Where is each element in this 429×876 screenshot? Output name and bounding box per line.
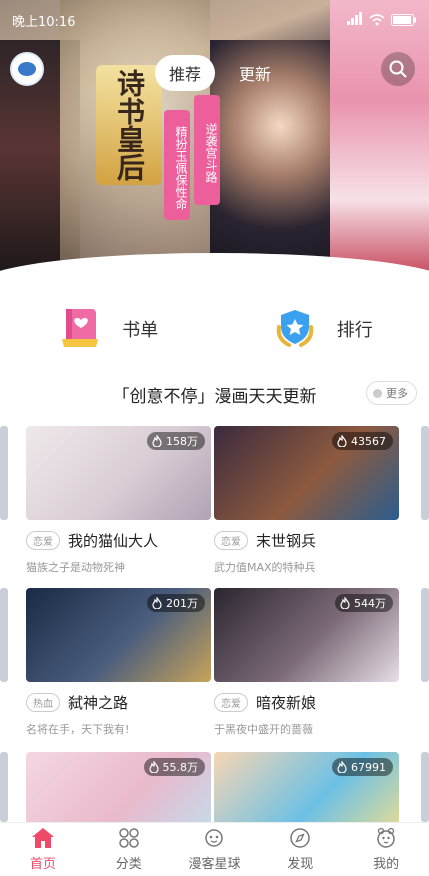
comic-description: 于黑夜中盛开的蔷薇	[214, 723, 313, 736]
status-time: 晚上10:16	[12, 14, 76, 30]
nav-label: 首页	[29, 857, 56, 872]
genre-badge: 热血	[26, 693, 60, 712]
nav-label: 我的	[373, 857, 400, 872]
next-card-peek	[421, 752, 429, 822]
comic-card[interactable]: 544万 恋爱 暗夜新娘 于黑夜中盛开的蔷薇	[214, 588, 399, 737]
flame-icon	[148, 761, 159, 773]
top-tabs: 推荐 更新	[155, 55, 285, 91]
genre-badge: 恋爱	[214, 531, 248, 550]
status-bar: 晚上10:16	[0, 0, 429, 40]
nav-profile[interactable]: 我的	[343, 823, 429, 876]
banner-art-title: 诗书皇后	[113, 69, 146, 181]
ranking-label: 排行	[336, 320, 373, 341]
comic-description: 猫族之子是动物死神	[26, 561, 125, 574]
flame-icon	[337, 761, 347, 773]
comic-description: 名将在手，天下我有!	[26, 723, 130, 736]
more-dot-icon	[373, 388, 382, 398]
comic-cover: 158万	[26, 426, 211, 520]
comic-title: 暗夜新娘	[256, 694, 317, 712]
comic-title: 弑神之路	[68, 694, 129, 712]
comic-title: 末世钢兵	[256, 532, 317, 550]
comic-title-row: 恋爱 末世钢兵	[214, 530, 399, 551]
bottom-nav: 首页 分类 漫客星球 发现 我的	[0, 822, 429, 876]
more-label: 更多	[386, 387, 408, 400]
heat-value: 55.8万	[162, 761, 199, 774]
comic-card[interactable]: 43567 恋爱 末世钢兵 武力值MAX的特种兵	[214, 426, 399, 575]
heat-value: 544万	[354, 597, 386, 610]
flame-icon	[152, 435, 162, 447]
flame-icon	[340, 597, 350, 609]
flame-icon	[337, 435, 347, 447]
heat-badge: 43567	[332, 432, 393, 450]
heat-value: 43567	[351, 434, 386, 448]
next-card-peek	[421, 426, 429, 520]
booklist-icon	[56, 305, 104, 353]
booklist-label: 书单	[122, 320, 159, 341]
hero-banner[interactable]: 诗书皇后 逆袭宫斗路 精扮玉佩保性命	[0, 0, 429, 285]
compass-icon	[290, 828, 311, 848]
nav-planet[interactable]: 漫客星球	[172, 823, 258, 876]
comic-cover: 544万	[214, 588, 399, 682]
banner-title-art: 诗书皇后	[96, 65, 162, 185]
app-root: 诗书皇后 逆袭宫斗路 精扮玉佩保性命 晚上10:16 推荐 更新 书单 排行 「…	[0, 0, 429, 876]
comic-cover: 201万	[26, 588, 211, 682]
search-button[interactable]	[381, 52, 415, 86]
category-icon	[118, 828, 139, 848]
wifi-icon	[369, 14, 385, 26]
banner-tag-2: 精扮玉佩保性命	[164, 110, 190, 220]
comic-title-row: 热血 弑神之路	[26, 692, 211, 713]
genre-badge: 恋爱	[26, 531, 60, 550]
tab-update[interactable]: 更新	[225, 55, 285, 91]
comic-title: 我的猫仙大人	[68, 532, 159, 550]
heat-badge: 544万	[335, 594, 393, 612]
banner-tag-1: 逆袭宫斗路	[194, 95, 220, 205]
next-card-peek	[421, 588, 429, 682]
more-button[interactable]: 更多	[366, 381, 417, 405]
status-icons	[347, 11, 417, 29]
banner-art-right	[330, 0, 429, 285]
profile-icon	[377, 827, 395, 848]
prev-card-peek	[0, 426, 8, 520]
comic-card[interactable]: 201万 热血 弑神之路 名将在手，天下我有!	[26, 588, 211, 737]
nav-discover[interactable]: 发现	[257, 823, 343, 876]
comic-cover: 43567	[214, 426, 399, 520]
nav-label: 漫客星球	[188, 857, 241, 872]
user-avatar-button[interactable]	[10, 52, 44, 86]
ranking-badge-icon	[271, 305, 319, 353]
nav-home[interactable]: 首页	[0, 823, 86, 876]
comic-title-row: 恋爱 我的猫仙大人	[26, 530, 211, 551]
heat-value: 201万	[166, 597, 198, 610]
tab-recommend[interactable]: 推荐	[155, 55, 216, 91]
heat-badge: 67991	[332, 758, 393, 776]
nav-label: 发现	[287, 857, 314, 872]
battery-icon	[391, 14, 416, 26]
signal-icon	[347, 11, 363, 29]
nav-category[interactable]: 分类	[86, 823, 172, 876]
search-icon	[389, 60, 407, 78]
section-header: 「创意不停」漫画天天更新 更多	[0, 378, 429, 408]
flame-icon	[152, 597, 162, 609]
booklist-entry[interactable]: 书单	[0, 298, 215, 360]
prev-card-peek	[0, 588, 8, 682]
nav-label: 分类	[115, 857, 142, 872]
prev-card-peek	[0, 752, 8, 822]
planet-icon	[205, 829, 224, 847]
comic-title-row: 恋爱 暗夜新娘	[214, 692, 399, 713]
heat-badge: 158万	[147, 432, 205, 450]
heat-value: 158万	[166, 435, 198, 448]
heat-value: 67991	[351, 760, 386, 774]
comic-card[interactable]: 158万 恋爱 我的猫仙大人 猫族之子是动物死神	[26, 426, 211, 575]
comic-description: 武力值MAX的特种兵	[214, 561, 316, 574]
quick-entries: 书单 排行	[0, 298, 429, 360]
genre-badge: 恋爱	[214, 693, 248, 712]
home-icon	[31, 828, 54, 848]
avatar-icon	[18, 62, 36, 76]
ranking-entry[interactable]: 排行	[215, 298, 429, 360]
heat-badge: 55.8万	[143, 758, 205, 776]
section-title: 「创意不停」漫画天天更新	[112, 387, 317, 407]
heat-badge: 201万	[147, 594, 205, 612]
